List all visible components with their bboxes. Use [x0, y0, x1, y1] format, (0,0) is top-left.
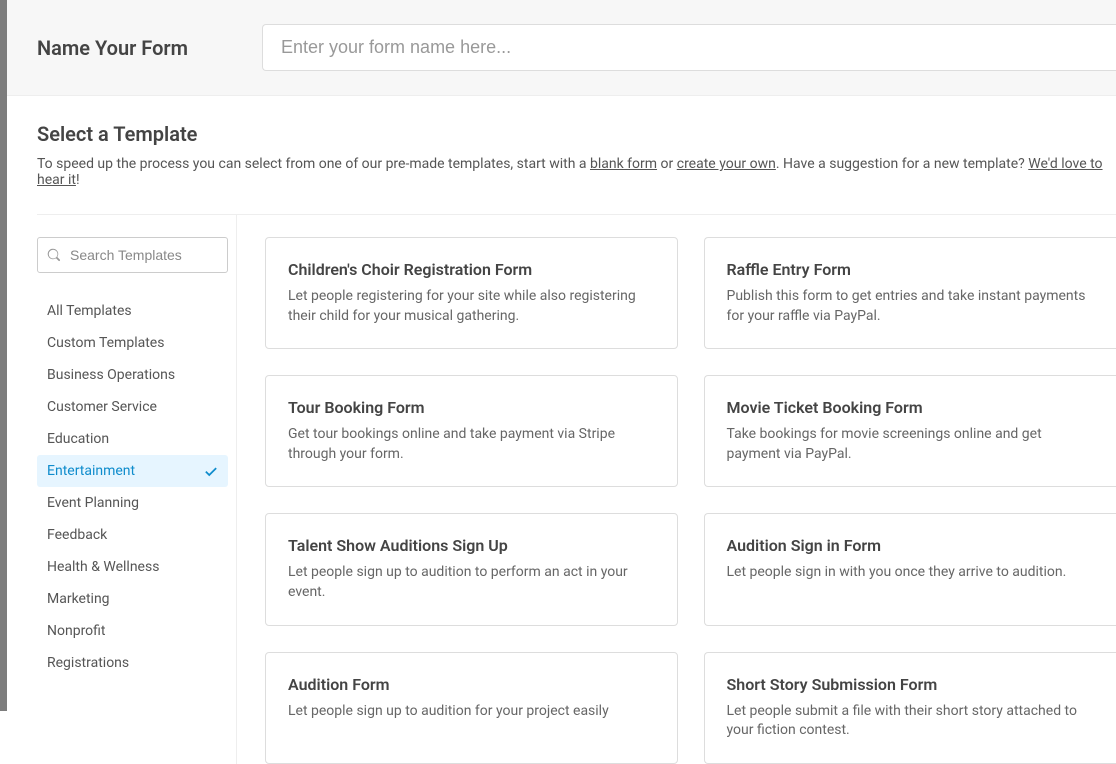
template-description: Get tour bookings online and take paymen…	[288, 425, 655, 464]
check-icon	[204, 464, 218, 478]
top-bar: Name Your Form	[7, 0, 1116, 96]
name-form-label: Name Your Form	[37, 36, 262, 60]
category-item[interactable]: Feedback	[37, 519, 228, 551]
template-description: Let people registering for your site whi…	[288, 287, 655, 326]
template-card[interactable]: Audition Form Let people sign up to audit…	[265, 652, 678, 764]
category-item[interactable]: Entertainment	[37, 455, 228, 487]
sidebar: All Templates Custom Templates Business Op…	[37, 215, 237, 764]
template-description: Let people submit a file with their shor…	[727, 702, 1095, 741]
category-item[interactable]: Nonprofit	[37, 615, 228, 647]
category-label: Customer Service	[47, 399, 157, 415]
category-label: Entertainment	[47, 463, 135, 479]
template-card[interactable]: Talent Show Auditions Sign Up Let people …	[265, 513, 678, 625]
category-label: Event Planning	[47, 495, 139, 511]
category-label: Registrations	[47, 655, 129, 671]
category-label: Health & Wellness	[47, 559, 159, 575]
desc-text: or	[657, 156, 677, 172]
template-title: Audition Sign in Form	[727, 536, 1095, 555]
search-templates-input[interactable]	[37, 237, 228, 273]
left-edge-bar	[0, 0, 7, 711]
template-description: Let people sign up to audition for your …	[288, 702, 655, 722]
section-title: Select a Template	[37, 122, 1116, 146]
template-description: Publish this form to get entries and tak…	[727, 287, 1095, 326]
template-title: Talent Show Auditions Sign Up	[288, 536, 655, 555]
category-item[interactable]: Customer Service	[37, 391, 228, 423]
category-list: All Templates Custom Templates Business Op…	[37, 295, 236, 679]
category-label: Custom Templates	[47, 335, 164, 351]
category-item[interactable]: Health & Wellness	[37, 551, 228, 583]
search-icon	[47, 248, 61, 262]
category-label: Business Operations	[47, 367, 175, 383]
category-label: All Templates	[47, 303, 132, 319]
desc-text: To speed up the process you can select f…	[37, 156, 590, 172]
search-wrap	[37, 237, 228, 273]
template-description: Let people sign up to audition to perfor…	[288, 563, 655, 602]
template-card[interactable]: Movie Ticket Booking Form Take bookings f…	[704, 375, 1116, 487]
category-label: Feedback	[47, 527, 107, 543]
template-title: Tour Booking Form	[288, 398, 655, 417]
template-title: Short Story Submission Form	[727, 675, 1095, 694]
template-card[interactable]: Raffle Entry Form Publish this form to ge…	[704, 237, 1116, 349]
category-label: Education	[47, 431, 109, 447]
category-item[interactable]: Event Planning	[37, 487, 228, 519]
desc-text: . Have a suggestion for a new template?	[776, 156, 1028, 172]
category-item[interactable]: Education	[37, 423, 228, 455]
blank-form-link[interactable]: blank form	[590, 156, 657, 172]
create-own-link[interactable]: create your own	[677, 156, 776, 172]
template-card[interactable]: Audition Sign in Form Let people sign in …	[704, 513, 1116, 625]
template-title: Raffle Entry Form	[727, 260, 1095, 279]
category-item[interactable]: Business Operations	[37, 359, 228, 391]
category-item[interactable]: All Templates	[37, 295, 228, 327]
content: Select a Template To speed up the proces…	[7, 96, 1116, 764]
body-row: All Templates Custom Templates Business Op…	[37, 215, 1116, 764]
template-title: Movie Ticket Booking Form	[727, 398, 1095, 417]
template-description: Take bookings for movie screenings onlin…	[727, 425, 1095, 464]
form-name-input[interactable]	[262, 24, 1116, 71]
category-item[interactable]: Registrations	[37, 647, 228, 679]
template-card[interactable]: Tour Booking Form Get tour bookings onlin…	[265, 375, 678, 487]
templates-grid: Children's Choir Registration Form Let pe…	[237, 215, 1116, 764]
category-item[interactable]: Custom Templates	[37, 327, 228, 359]
template-title: Children's Choir Registration Form	[288, 260, 655, 279]
template-card[interactable]: Children's Choir Registration Form Let pe…	[265, 237, 678, 349]
page-container: Name Your Form Select a Template To spee…	[7, 0, 1116, 764]
section-description: To speed up the process you can select f…	[37, 156, 1116, 188]
category-label: Nonprofit	[47, 623, 106, 639]
template-description: Let people sign in with you once they ar…	[727, 563, 1095, 583]
desc-text: !	[76, 172, 80, 188]
template-title: Audition Form	[288, 675, 655, 694]
template-card[interactable]: Short Story Submission Form Let people su…	[704, 652, 1116, 764]
category-label: Marketing	[47, 591, 110, 607]
category-item[interactable]: Marketing	[37, 583, 228, 615]
